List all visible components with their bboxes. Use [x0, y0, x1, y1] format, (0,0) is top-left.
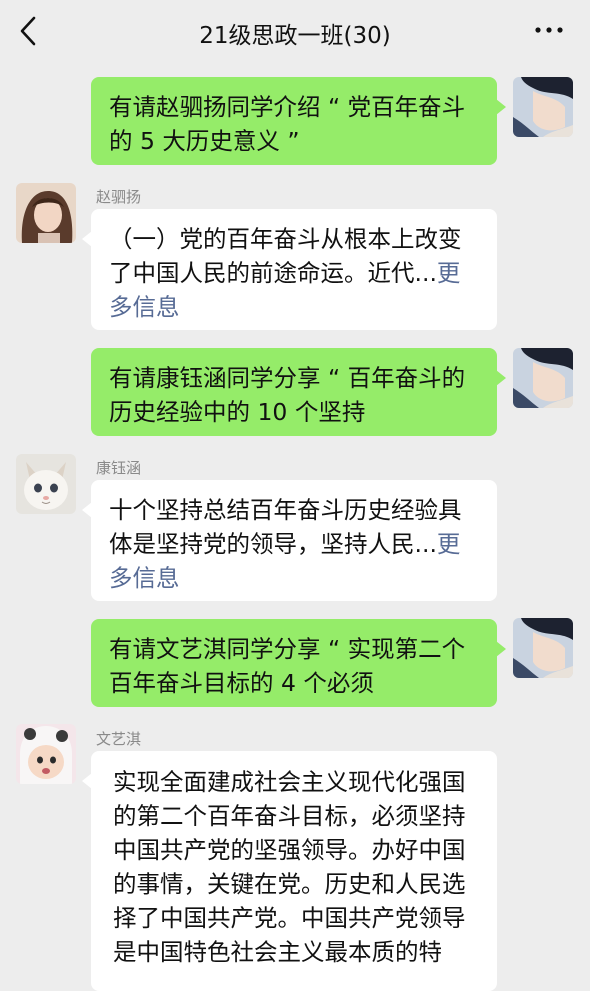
my-avatar[interactable] [513, 618, 573, 678]
outgoing-message-bubble[interactable]: 有请赵驷扬同学介绍 “ 党百年奋斗的 5 大历史意义 ” [91, 77, 506, 165]
incoming-message-bubble[interactable]: （一）党的百年奋斗从根本上改变了中国人民的前途命运。近代...更多信息 [82, 209, 497, 330]
chat-title: 21级思政一班(30) [199, 23, 391, 49]
anime-boy-avatar-icon [513, 618, 573, 678]
more-options-icon[interactable] [534, 22, 564, 38]
outgoing-message-bubble[interactable]: 有请康钰涵同学分享 “ 百年奋斗的历史经验中的 10 个坚持 [91, 348, 506, 436]
message-text: 有请文艺淇同学分享 “ 实现第二个百年奋斗目标的 4 个必须 [109, 635, 466, 697]
sender-avatar[interactable] [16, 724, 76, 784]
girl-photo-avatar-icon [16, 183, 76, 243]
outgoing-message-bubble[interactable]: 有请文艺淇同学分享 “ 实现第二个百年奋斗目标的 4 个必须 [91, 619, 506, 707]
message-text: （一）党的百年奋斗从根本上改变了中国人民的前途命运。近代... [109, 225, 462, 287]
sender-avatar[interactable] [16, 183, 76, 243]
sender-avatar[interactable] [16, 454, 76, 514]
incoming-message-bubble[interactable]: 十个坚持总结百年奋斗历史经验具体是坚持党的领导，坚持人民...更多信息 [82, 480, 497, 601]
baby-avatar-icon [16, 724, 76, 784]
my-avatar[interactable] [513, 348, 573, 408]
message-text: 有请赵驷扬同学介绍 “ 党百年奋斗的 5 大历史意义 ” [109, 93, 466, 155]
anime-boy-avatar-icon [513, 77, 573, 137]
chat-header: 21级思政一班(30) [0, 0, 590, 62]
sender-name: 赵驷扬 [96, 188, 142, 206]
my-avatar[interactable] [513, 77, 573, 137]
message-text: 十个坚持总结百年奋斗历史经验具体是坚持党的领导，坚持人民... [109, 496, 462, 558]
message-text: 有请康钰涵同学分享 “ 百年奋斗的历史经验中的 10 个坚持 [109, 364, 466, 426]
incoming-message-bubble[interactable]: 实现全面建成社会主义现代化强国的第二个百年奋斗目标，必须坚持中国共产党的坚强领导… [82, 751, 497, 991]
sender-name: 康钰涵 [96, 459, 142, 477]
sender-name: 文艺淇 [96, 730, 142, 748]
message-text: 实现全面建成社会主义现代化强国的第二个百年奋斗目标，必须坚持中国共产党的坚强领导… [113, 768, 466, 966]
cat-avatar-icon [16, 454, 76, 514]
anime-boy-avatar-icon [513, 348, 573, 408]
